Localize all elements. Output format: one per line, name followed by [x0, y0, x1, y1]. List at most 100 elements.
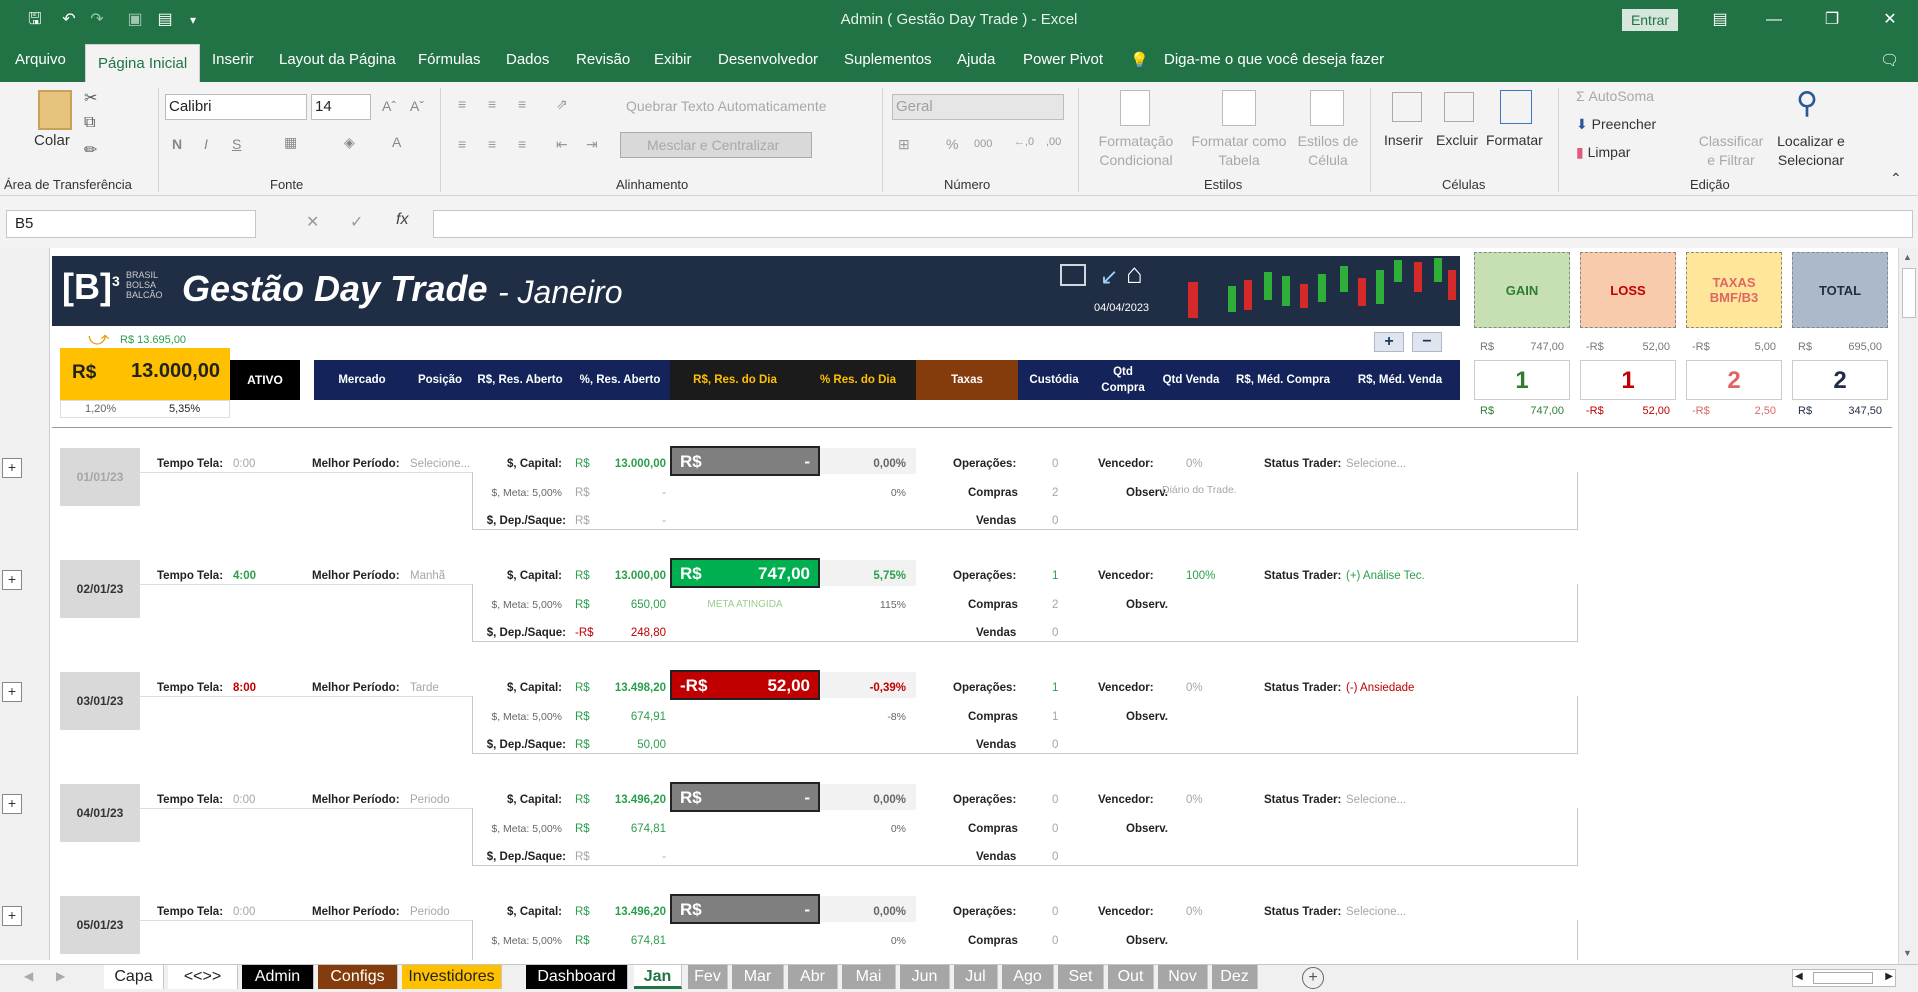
cancel-formula-icon[interactable]: ✕: [306, 212, 319, 232]
sheet-tab[interactable]: Dashboard: [526, 965, 628, 989]
font-name-select[interactable]: Calibri: [165, 94, 307, 120]
sign-in-button[interactable]: Entrar: [1622, 9, 1678, 31]
tempo-value[interactable]: 0:00: [233, 458, 255, 470]
underline-icon[interactable]: S: [232, 136, 241, 152]
paste-icon[interactable]: [38, 90, 72, 130]
sheet-tab[interactable]: <<>>: [168, 965, 238, 989]
conditional-format-button[interactable]: Formatação Condicional: [1094, 132, 1178, 170]
find-icon[interactable]: ⚲: [1796, 86, 1818, 121]
tab-ajuda[interactable]: Ajuda: [957, 51, 995, 68]
insert-cells-button[interactable]: Inserir: [1384, 132, 1423, 148]
tempo-value[interactable]: 4:00: [233, 570, 256, 582]
sheet-tab[interactable]: Ago: [1002, 965, 1054, 989]
hscroll-thumb[interactable]: [1813, 972, 1873, 984]
sheet-tab[interactable]: Nov: [1158, 965, 1208, 989]
vertical-scrollbar[interactable]: ▲ ▼: [1898, 248, 1918, 964]
tab-arquivo[interactable]: Arquivo: [15, 51, 66, 68]
tab-inserir[interactable]: Inserir: [212, 51, 254, 68]
scroll-thumb[interactable]: [1902, 268, 1916, 318]
format-cells-button[interactable]: Formatar: [1486, 132, 1543, 148]
wrap-text-button[interactable]: Quebrar Texto Automaticamente: [626, 98, 827, 114]
sheet-tab[interactable]: Mar: [732, 965, 784, 989]
expand-row-button[interactable]: +: [2, 682, 22, 702]
tab-desenvolvedor[interactable]: Desenvolvedor: [718, 51, 818, 68]
sheet-tab[interactable]: Jan: [634, 965, 682, 989]
tab-exibir[interactable]: Exibir: [654, 51, 692, 68]
melhor-periodo-select[interactable]: Periodo: [410, 794, 450, 806]
cell-styles-button[interactable]: Estilos de Célula: [1290, 132, 1366, 170]
expand-row-button[interactable]: +: [2, 794, 22, 814]
fill-color-icon[interactable]: ◈: [344, 134, 355, 151]
fill-button[interactable]: ⬇ Preencher: [1576, 116, 1656, 133]
collapse-ribbon-icon[interactable]: ⌃: [1890, 170, 1902, 187]
merge-center-button[interactable]: Mesclar e Centralizar: [620, 132, 812, 158]
align-middle-icon[interactable]: ≡: [488, 96, 496, 112]
insert-function-icon[interactable]: fx: [396, 211, 408, 229]
home-icon[interactable]: ⌂: [1126, 258, 1143, 290]
tab-power-pivot[interactable]: Power Pivot: [1023, 51, 1103, 68]
clear-button[interactable]: ▮ Limpar: [1576, 144, 1630, 161]
expand-row-button[interactable]: +: [2, 458, 22, 478]
expand-all-button[interactable]: +: [1374, 332, 1404, 352]
tab-layout[interactable]: Layout da Página: [279, 51, 396, 68]
worksheet[interactable]: [B]3 BRASIL BOLSA BALCÃO Gestão Day Trad…: [0, 248, 1898, 960]
sheet-tab[interactable]: Jul: [954, 965, 998, 989]
ribbon-display-icon[interactable]: ▤: [1700, 6, 1740, 34]
format-painter-icon[interactable]: ✏: [84, 140, 97, 160]
sheet-tab[interactable]: Jun: [900, 965, 950, 989]
format-as-table-button[interactable]: Formatar como Tabela: [1184, 132, 1294, 170]
status-trader-select[interactable]: (+) Análise Tec.: [1346, 570, 1425, 582]
tempo-value[interactable]: 0:00: [233, 794, 255, 806]
increase-decimal-icon[interactable]: ←,0: [1014, 136, 1034, 148]
melhor-periodo-select[interactable]: Periodo: [410, 906, 450, 918]
expand-row-button[interactable]: +: [2, 570, 22, 590]
sheet-tab[interactable]: Fev: [688, 965, 728, 989]
cut-icon[interactable]: ✂: [84, 88, 97, 108]
paste-button[interactable]: Colar: [34, 132, 70, 149]
minimize-icon[interactable]: —: [1754, 6, 1794, 34]
sort-filter-button[interactable]: Classificar e Filtrar: [1696, 132, 1766, 170]
add-sheet-icon[interactable]: +: [1302, 967, 1324, 989]
enter-formula-icon[interactable]: ✓: [350, 212, 363, 232]
tell-me-search[interactable]: Diga-me o que você deseja fazer: [1164, 51, 1384, 68]
conditional-format-icon[interactable]: [1120, 90, 1150, 126]
align-center-icon[interactable]: ≡: [488, 136, 496, 152]
sheet-tab[interactable]: Admin: [242, 965, 314, 989]
observ-value[interactable]: Diário do Trade.: [1162, 484, 1237, 496]
align-right-icon[interactable]: ≡: [518, 136, 526, 152]
collapse-icon[interactable]: ↙: [1100, 264, 1118, 290]
increase-indent-icon[interactable]: ⇥: [586, 136, 598, 153]
tab-pagina-inicial[interactable]: Página Inicial: [85, 44, 201, 82]
horizontal-scrollbar[interactable]: ◀ ▶: [1792, 969, 1896, 987]
close-icon[interactable]: ✕: [1870, 6, 1910, 34]
comments-icon[interactable]: 🗨: [1880, 51, 1899, 69]
comma-icon[interactable]: 000: [974, 138, 992, 150]
format-table-icon[interactable]: [1222, 90, 1256, 126]
decrease-decimal-icon[interactable]: ,00: [1046, 136, 1061, 148]
name-box[interactable]: B5: [6, 210, 256, 238]
insert-cells-icon[interactable]: [1392, 92, 1422, 122]
hscroll-left-icon[interactable]: ◀: [1795, 971, 1803, 982]
sheet-tab[interactable]: Configs: [318, 965, 398, 989]
find-select-button[interactable]: Localizar e Selecionar: [1766, 132, 1856, 170]
delete-cells-button[interactable]: Excluir: [1436, 132, 1478, 148]
align-top-icon[interactable]: ≡: [458, 96, 466, 112]
status-trader-select[interactable]: Selecione...: [1346, 458, 1406, 470]
sheet-tab[interactable]: Dez: [1212, 965, 1258, 989]
restore-icon[interactable]: ❐: [1812, 6, 1852, 34]
status-trader-select[interactable]: (-) Ansiedade: [1346, 682, 1414, 694]
tempo-value[interactable]: 0:00: [233, 906, 255, 918]
copy-icon[interactable]: ⧉: [84, 114, 95, 132]
tab-scroll-left-icon[interactable]: ◀: [24, 969, 33, 983]
number-format-select[interactable]: Geral: [892, 94, 1064, 120]
font-size-select[interactable]: 14: [311, 94, 371, 120]
sheet-tab[interactable]: Abr: [788, 965, 838, 989]
hscroll-right-icon[interactable]: ▶: [1885, 971, 1893, 982]
expand-row-button[interactable]: +: [2, 906, 22, 926]
accounting-icon[interactable]: ⊞: [898, 136, 910, 153]
monitor-icon[interactable]: [1060, 264, 1086, 286]
sheet-tab[interactable]: Out: [1108, 965, 1154, 989]
tab-suplementos[interactable]: Suplementos: [844, 51, 932, 68]
align-bottom-icon[interactable]: ≡: [518, 96, 526, 112]
italic-icon[interactable]: I: [204, 136, 208, 152]
